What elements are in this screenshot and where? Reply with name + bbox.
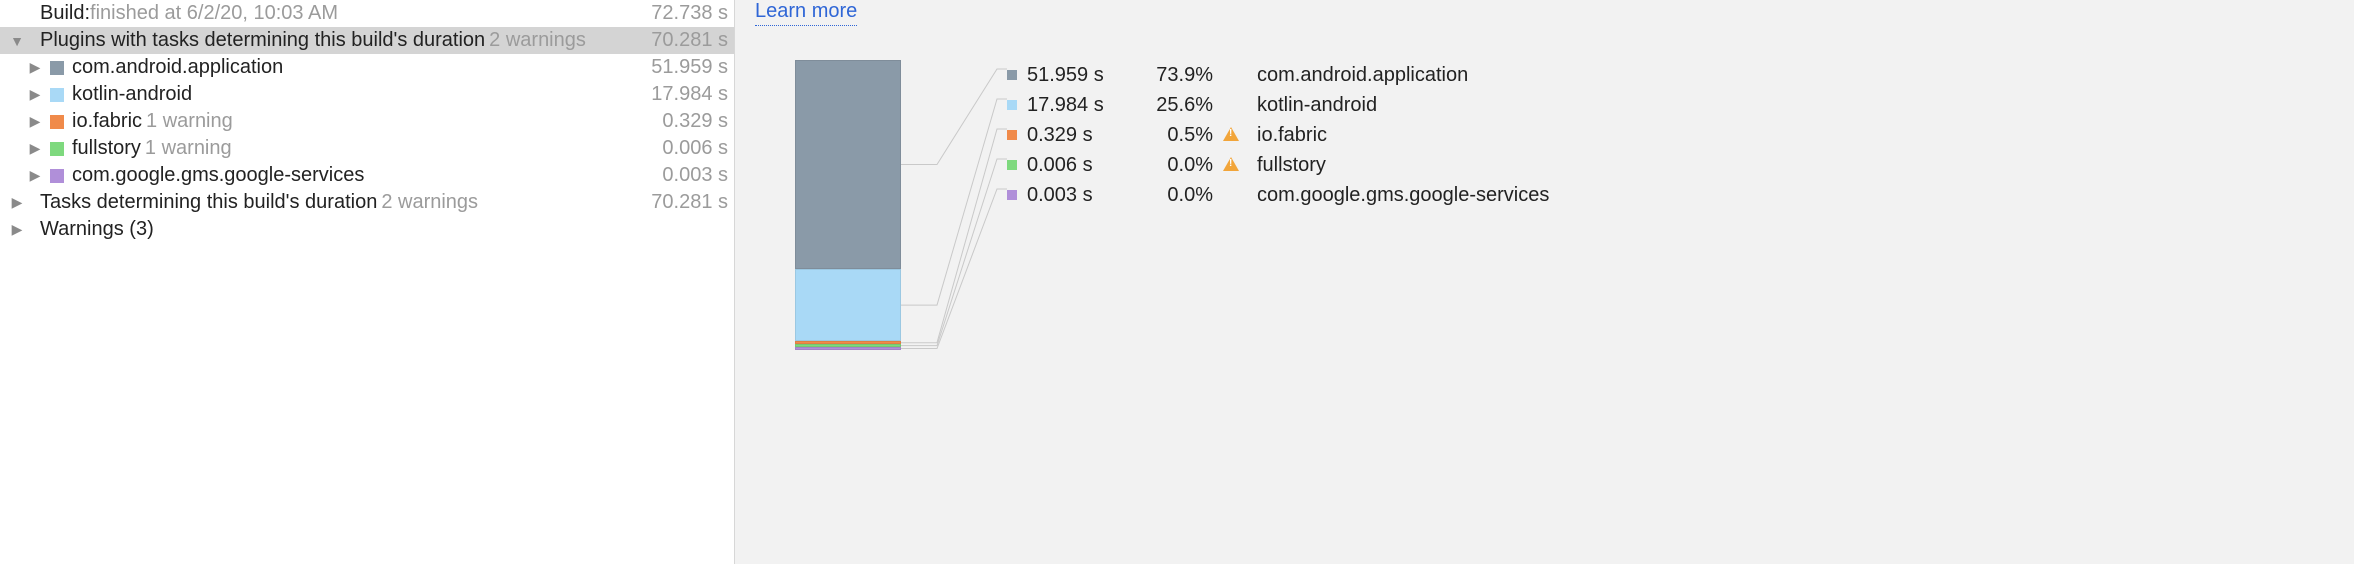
build-time: 72.738 s	[651, 2, 728, 25]
legend-time: 51.959 s	[1027, 64, 1127, 87]
leader-line	[901, 129, 1007, 343]
chevron-right-icon[interactable]: ▶	[28, 113, 42, 130]
tree-row-plugin[interactable]: ▶ com.android.application 51.959 s	[0, 54, 734, 81]
legend-time: 0.329 s	[1027, 124, 1127, 147]
tree-row-plugin[interactable]: ▶ fullstory 1 warning 0.006 s	[0, 135, 734, 162]
tasks-heading-warnings: 2 warnings	[381, 191, 478, 214]
tree-row-plugins-heading[interactable]: ▼ Plugins with tasks determining this bu…	[0, 27, 734, 54]
legend-row[interactable]: 0.003 s 0.0% com.google.gms.google-servi…	[1007, 180, 1549, 210]
legend-swatch	[1007, 190, 1017, 200]
plugin-time: 51.959 s	[651, 56, 728, 79]
leader-line	[901, 189, 1007, 349]
legend-warning-slot	[1213, 154, 1249, 177]
color-swatch	[50, 61, 64, 75]
learn-more-link[interactable]: Learn more	[755, 0, 857, 26]
warnings-heading-label: Warnings (3)	[40, 218, 154, 241]
color-swatch	[50, 169, 64, 183]
tree-row-plugin[interactable]: ▶ com.google.gms.google-services 0.003 s	[0, 162, 734, 189]
legend-row[interactable]: 0.329 s 0.5% io.fabric	[1007, 120, 1549, 150]
legend-time: 0.006 s	[1027, 154, 1127, 177]
tree-row-tasks-heading[interactable]: ▶ Tasks determining this build's duratio…	[0, 189, 734, 216]
plugin-name: io.fabric	[72, 110, 142, 133]
bar-segment	[795, 347, 901, 350]
tasks-heading-label: Tasks determining this build's duration	[40, 191, 377, 214]
tree-row-build[interactable]: ▶ Build: finished at 6/2/20, 10:03 AM 72…	[0, 0, 734, 27]
chart-legend: 51.959 s 73.9% com.android.application 1…	[1007, 60, 1549, 350]
legend-name: io.fabric	[1249, 124, 1327, 147]
tree-row-plugin[interactable]: ▶ kotlin-android 17.984 s	[0, 81, 734, 108]
legend-swatch	[1007, 130, 1017, 140]
plugin-time: 0.003 s	[662, 164, 728, 187]
color-swatch	[50, 142, 64, 156]
legend-pct: 0.0%	[1127, 154, 1213, 177]
legend-pct: 25.6%	[1127, 94, 1213, 117]
plugin-time: 0.329 s	[662, 110, 728, 133]
legend-time: 0.003 s	[1027, 184, 1127, 207]
plugin-name: com.android.application	[72, 56, 283, 79]
legend-pct: 73.9%	[1127, 64, 1213, 87]
plugins-heading-label: Plugins with tasks determining this buil…	[40, 29, 485, 52]
stacked-bar	[795, 60, 901, 350]
tasks-heading-time: 70.281 s	[651, 191, 728, 214]
legend-swatch	[1007, 70, 1017, 80]
chevron-right-icon[interactable]: ▶	[28, 59, 42, 76]
bar-segment	[795, 60, 901, 269]
legend-pct: 0.0%	[1127, 184, 1213, 207]
plugins-heading-time: 70.281 s	[651, 29, 728, 52]
detail-pane: Learn more 51.959 s 73.9%	[735, 0, 2354, 564]
color-swatch	[50, 88, 64, 102]
chevron-right-icon[interactable]: ▶	[28, 167, 42, 184]
chevron-right-icon[interactable]: ▶	[10, 221, 24, 238]
bar-segment	[795, 269, 901, 341]
chevron-right-icon[interactable]: ▶	[28, 140, 42, 157]
plugin-name: fullstory	[72, 137, 141, 160]
plugin-name: com.google.gms.google-services	[72, 164, 364, 187]
plugins-heading-warnings: 2 warnings	[489, 29, 586, 52]
legend-name: fullstory	[1249, 154, 1326, 177]
legend-pct: 0.5%	[1127, 124, 1213, 147]
chart-area: 51.959 s 73.9% com.android.application 1…	[795, 60, 1549, 350]
legend-row[interactable]: 17.984 s 25.6% kotlin-android	[1007, 90, 1549, 120]
chevron-right-icon[interactable]: ▶	[28, 86, 42, 103]
plugin-warning: 1 warning	[145, 137, 232, 160]
plugin-time: 17.984 s	[651, 83, 728, 106]
color-swatch	[50, 115, 64, 129]
build-prefix: Build:	[40, 2, 90, 25]
plugin-time: 0.006 s	[662, 137, 728, 160]
leader-line	[901, 159, 1007, 346]
legend-name: com.google.gms.google-services	[1249, 184, 1549, 207]
tree-row-plugin[interactable]: ▶ io.fabric 1 warning 0.329 s	[0, 108, 734, 135]
warning-icon	[1223, 157, 1239, 171]
legend-swatch	[1007, 160, 1017, 170]
tree-row-warnings-heading[interactable]: ▶ Warnings (3)	[0, 216, 734, 243]
warning-icon	[1223, 127, 1239, 141]
legend-warning-slot	[1213, 124, 1249, 147]
build-tree-pane: ▶ Build: finished at 6/2/20, 10:03 AM 72…	[0, 0, 735, 564]
plugin-warning: 1 warning	[146, 110, 233, 133]
build-status: finished at 6/2/20, 10:03 AM	[90, 2, 338, 25]
legend-name: com.android.application	[1249, 64, 1468, 87]
plugin-name: kotlin-android	[72, 83, 192, 106]
legend-swatch	[1007, 100, 1017, 110]
chevron-down-icon[interactable]: ▼	[10, 33, 24, 49]
legend-row[interactable]: 51.959 s 73.9% com.android.application	[1007, 60, 1549, 90]
leader-lines	[897, 60, 1007, 350]
chevron-right-icon[interactable]: ▶	[10, 194, 24, 211]
legend-time: 17.984 s	[1027, 94, 1127, 117]
legend-row[interactable]: 0.006 s 0.0% fullstory	[1007, 150, 1549, 180]
leader-line	[901, 99, 1007, 305]
legend-name: kotlin-android	[1249, 94, 1377, 117]
